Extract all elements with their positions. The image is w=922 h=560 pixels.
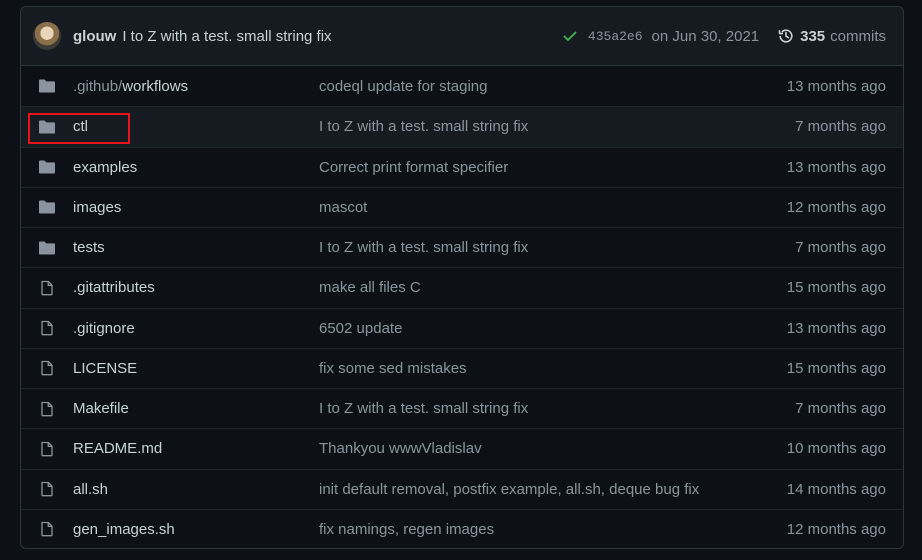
file-commit-message[interactable]: Thankyou wwwVladislav xyxy=(319,440,787,457)
folder-icon xyxy=(38,119,56,135)
file-commit-age: 13 months ago xyxy=(786,158,886,176)
file-name-link[interactable]: .github/workflows xyxy=(73,78,319,95)
file-row[interactable]: .github/workflows codeql update for stagi… xyxy=(21,66,903,106)
file-list: .github/workflows codeql update for stagi… xyxy=(21,66,903,548)
file-name-link[interactable]: LICENSE xyxy=(73,360,319,377)
file-commit-message[interactable]: mascot xyxy=(319,199,787,216)
file-commit-age: 13 months ago xyxy=(786,77,886,95)
file-name[interactable]: images xyxy=(73,199,121,216)
file-commit-age: 14 months ago xyxy=(786,480,886,498)
author-avatar[interactable] xyxy=(33,22,61,50)
file-icon xyxy=(38,320,56,336)
file-row[interactable]: tests I to Z with a test. small string fi… xyxy=(21,227,903,267)
file-commit-message[interactable]: codeql update for staging xyxy=(319,78,787,95)
check-icon[interactable] xyxy=(562,28,578,44)
file-commit-age: 15 months ago xyxy=(786,359,886,377)
file-row[interactable]: Makefile I to Z with a test. small string… xyxy=(21,388,903,428)
commit-sha[interactable]: 435a2e6 xyxy=(588,29,643,44)
history-icon[interactable] xyxy=(777,27,795,45)
file-commit-age: 10 months ago xyxy=(786,440,886,458)
file-name-link[interactable]: images xyxy=(73,199,319,216)
commit-author[interactable]: glouw xyxy=(73,28,116,45)
folder-icon xyxy=(38,78,56,94)
file-commit-message[interactable]: init default removal, postfix example, a… xyxy=(319,481,787,498)
file-commit-message[interactable]: I to Z with a test. small string fix xyxy=(319,239,795,256)
file-icon xyxy=(38,521,56,537)
commit-count-label[interactable]: commits xyxy=(830,28,886,45)
commit-message[interactable]: I to Z with a test. small string fix xyxy=(122,28,331,45)
file-name-link[interactable]: gen_images.sh xyxy=(73,521,319,538)
file-commit-age: 13 months ago xyxy=(786,319,886,337)
file-icon xyxy=(38,280,56,296)
file-name-link[interactable]: README.md xyxy=(73,440,319,457)
file-commit-message[interactable]: I to Z with a test. small string fix xyxy=(319,400,795,417)
file-name[interactable]: gen_images.sh xyxy=(73,521,175,538)
file-name-dir[interactable]: .github/ xyxy=(73,78,122,95)
commit-date: on Jun 30, 2021 xyxy=(651,27,760,45)
file-row[interactable]: examples Correct print format specifier 13… xyxy=(21,146,903,187)
file-name[interactable]: ctl xyxy=(73,118,88,135)
file-name-link[interactable]: tests xyxy=(73,239,319,256)
file-icon xyxy=(38,360,56,376)
file-row[interactable]: all.sh init default removal, postfix exam… xyxy=(21,468,903,509)
file-browser: glouw I to Z with a test. small string f… xyxy=(20,6,904,549)
file-commit-age: 12 months ago xyxy=(786,520,886,538)
file-name[interactable]: examples xyxy=(73,159,137,176)
file-name[interactable]: Makefile xyxy=(73,400,129,417)
file-commit-age: 7 months ago xyxy=(795,400,886,418)
file-name-link[interactable]: Makefile xyxy=(73,400,319,417)
file-commit-message[interactable]: make all files C xyxy=(319,279,787,296)
file-name[interactable]: LICENSE xyxy=(73,360,137,377)
file-commit-message[interactable]: fix namings, regen images xyxy=(319,521,787,538)
file-row[interactable]: ctl I to Z with a test. small string fix 7… xyxy=(21,106,903,147)
file-commit-message[interactable]: 6502 update xyxy=(319,320,787,337)
latest-commit-bar: glouw I to Z with a test. small string f… xyxy=(21,7,903,66)
file-commit-message[interactable]: Correct print format specifier xyxy=(319,159,787,176)
folder-icon xyxy=(38,240,56,256)
file-name-link[interactable]: examples xyxy=(73,159,319,176)
file-icon xyxy=(38,441,56,457)
folder-icon xyxy=(38,199,56,215)
file-row[interactable]: .gitattributes make all files C 15 months … xyxy=(21,267,903,307)
commit-count[interactable]: 335 xyxy=(800,28,825,45)
file-name[interactable]: .gitignore xyxy=(73,320,135,337)
file-icon xyxy=(38,481,56,497)
file-row[interactable]: .gitignore 6502 update 13 months ago xyxy=(21,307,903,348)
file-name-link[interactable]: .gitattributes xyxy=(73,279,319,296)
file-icon xyxy=(38,401,56,417)
file-name[interactable]: workflows xyxy=(122,78,188,95)
folder-icon xyxy=(38,159,56,175)
file-row[interactable]: gen_images.sh fix namings, regen images 12… xyxy=(21,508,903,548)
file-name[interactable]: all.sh xyxy=(73,481,108,498)
file-row[interactable]: images mascot 12 months ago xyxy=(21,186,903,227)
file-commit-age: 7 months ago xyxy=(795,239,886,257)
file-commit-message[interactable]: I to Z with a test. small string fix xyxy=(319,118,795,135)
file-commit-age: 7 months ago xyxy=(795,118,886,136)
file-name[interactable]: .gitattributes xyxy=(73,279,155,296)
file-commit-message[interactable]: fix some sed mistakes xyxy=(319,360,787,377)
file-row[interactable]: README.md Thankyou wwwVladislav 10 months … xyxy=(21,428,903,468)
file-name-link[interactable]: all.sh xyxy=(73,481,319,498)
file-commit-age: 15 months ago xyxy=(786,279,886,297)
file-commit-age: 12 months ago xyxy=(786,198,886,216)
file-row[interactable]: LICENSE fix some sed mistakes 15 months ag… xyxy=(21,347,903,388)
file-name-link[interactable]: .gitignore xyxy=(73,320,319,337)
file-name[interactable]: tests xyxy=(73,239,105,256)
file-name[interactable]: README.md xyxy=(73,440,162,457)
file-name-link[interactable]: ctl xyxy=(73,118,319,135)
